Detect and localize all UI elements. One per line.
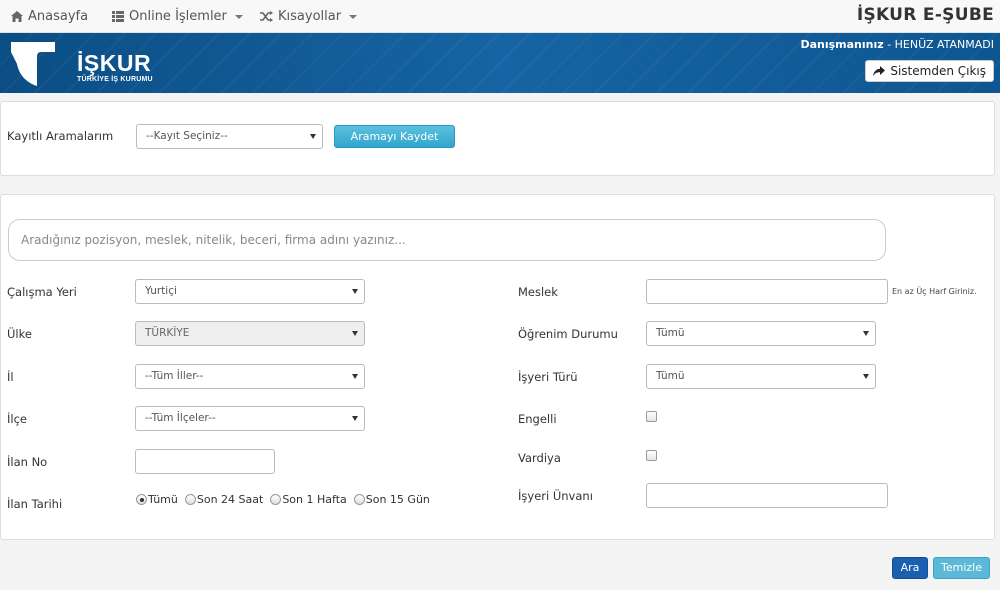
iskur-logo-icon (11, 42, 55, 86)
work-place-select[interactable]: Yurtiçi (135, 279, 365, 304)
nav-online-dropdown[interactable]: Online İşlemler (112, 0, 243, 33)
employer-type-label: İşyeri Türü (518, 370, 578, 384)
province-value: --Tüm İller-- (145, 370, 204, 382)
home-icon (11, 11, 23, 22)
profession-input[interactable] (646, 279, 888, 304)
province-label: İl (7, 370, 14, 384)
radio-icon[interactable] (270, 494, 282, 505)
advisor-value: - HENÜZ ATANMADI (883, 38, 994, 51)
brand-title: İŞKUR E-ŞUBE (856, 5, 994, 25)
employer-type-value: Tümü (656, 370, 685, 382)
dropdown-arrow-icon (352, 416, 358, 421)
nav-home[interactable]: Anasayfa (11, 0, 88, 33)
list-icon (112, 11, 124, 22)
ad-date-option-label: Son 15 Gün (365, 493, 430, 506)
top-navbar: Anasayfa Online İşlemler Kısayollar İŞKU… (0, 0, 1000, 33)
logout-label: Sistemden Çıkış (890, 64, 986, 78)
nav-online-label: Online İşlemler (129, 8, 227, 24)
ad-date-option-all[interactable]: Tümü (136, 493, 178, 506)
district-label: İlçe (7, 412, 27, 426)
saved-search-select[interactable]: --Kayıt Seçiniz-- (136, 124, 323, 149)
chevron-down-icon (234, 14, 243, 19)
nav-shortcuts-dropdown[interactable]: Kısayollar (260, 0, 358, 33)
radio-icon[interactable] (184, 494, 196, 505)
ad-date-option-1w[interactable]: Son 1 Hafta (270, 493, 347, 506)
profession-hint: En az Üç Harf Giriniz. (892, 287, 977, 296)
saved-searches-label: Kayıtlı Aramalarım (7, 129, 114, 143)
save-search-button[interactable]: Aramayı Kaydet (334, 125, 455, 148)
ad-date-option-24h[interactable]: Son 24 Saat (184, 493, 264, 506)
shift-checkbox[interactable] (646, 450, 657, 461)
ad-no-label: İlan No (7, 455, 48, 469)
header-banner: İŞKUR TÜRKİYE İŞ KURUMU Danışmanınız - H… (0, 33, 1000, 93)
share-arrow-icon (873, 65, 886, 76)
ad-date-option-15d[interactable]: Son 15 Gün (353, 493, 430, 506)
chevron-down-icon (349, 14, 358, 19)
search-input[interactable]: Aradığınız pozisyon, meslek, nitelik, be… (8, 219, 886, 261)
iskur-logo: İŞKUR TÜRKİYE İŞ KURUMU (11, 42, 161, 86)
search-placeholder: Aradığınız pozisyon, meslek, nitelik, be… (21, 233, 406, 247)
country-label: Ülke (7, 327, 32, 341)
dropdown-arrow-icon (863, 374, 869, 379)
ad-date-option-label: Tümü (148, 493, 178, 506)
clear-button[interactable]: Temizle (933, 557, 990, 579)
education-label: Öğrenim Durumu (518, 327, 618, 341)
ad-date-option-label: Son 24 Saat (196, 493, 264, 506)
advisor-info: Danışmanınız - HENÜZ ATANMADI (800, 38, 994, 51)
dropdown-arrow-icon (352, 374, 358, 379)
dropdown-arrow-icon (352, 331, 358, 336)
search-button[interactable]: Ara (892, 557, 928, 579)
dropdown-arrow-icon (352, 289, 358, 294)
district-select[interactable]: --Tüm İlçeler-- (135, 406, 365, 431)
nav-shortcuts-label: Kısayollar (278, 8, 342, 24)
ad-date-label: İlan Tarihi (7, 497, 63, 511)
disabled-label: Engelli (518, 412, 557, 426)
ad-date-option-label: Son 1 Hafta (282, 493, 347, 506)
profession-label: Meslek (518, 285, 558, 299)
ad-no-input[interactable] (135, 449, 275, 474)
logo-subtitle: TÜRKİYE İŞ KURUMU (77, 76, 153, 83)
employer-type-select[interactable]: Tümü (646, 364, 876, 389)
dropdown-arrow-icon (863, 331, 869, 336)
education-select[interactable]: Tümü (646, 321, 876, 346)
ad-date-radio-group: Tümü Son 24 Saat Son 1 Hafta Son 15 Gün (136, 493, 437, 506)
dropdown-arrow-icon (310, 134, 316, 139)
nav-home-label: Anasayfa (28, 8, 89, 24)
radio-selected-icon[interactable] (136, 494, 147, 505)
province-select[interactable]: --Tüm İller-- (135, 364, 365, 389)
work-place-value: Yurtiçi (145, 285, 177, 297)
radio-icon[interactable] (353, 494, 365, 505)
logo-title: İŞKUR (77, 50, 152, 76)
saved-search-select-value: --Kayıt Seçiniz-- (146, 130, 228, 142)
employer-title-input[interactable] (646, 483, 888, 508)
district-value: --Tüm İlçeler-- (145, 412, 216, 424)
work-place-label: Çalışma Yeri (7, 285, 77, 299)
advisor-label: Danışmanınız (800, 38, 884, 51)
logout-button[interactable]: Sistemden Çıkış (865, 60, 994, 82)
education-value: Tümü (656, 327, 685, 339)
shift-label: Vardiya (518, 451, 561, 465)
country-value: TÜRKİYE (145, 327, 190, 339)
disabled-checkbox[interactable] (646, 411, 657, 422)
country-select: TÜRKİYE (135, 321, 365, 346)
shuffle-icon (260, 11, 273, 22)
employer-title-label: İşyeri Ünvanı (518, 489, 593, 503)
